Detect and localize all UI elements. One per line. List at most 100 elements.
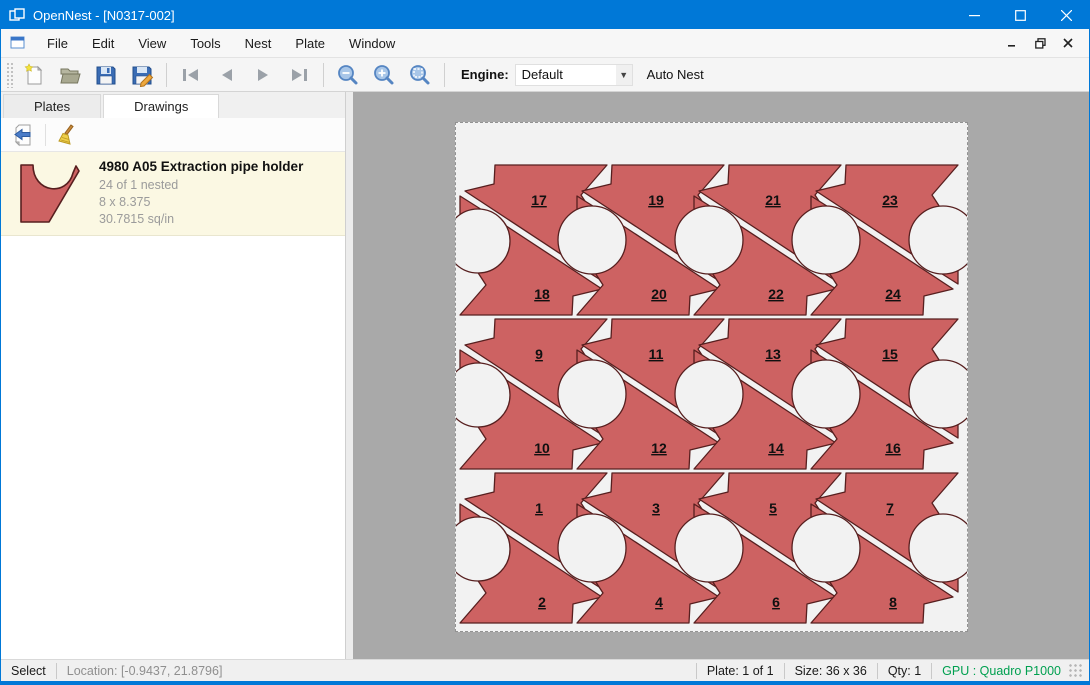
- new-document-icon: [22, 63, 46, 87]
- document-icon: [10, 35, 26, 51]
- menu-window[interactable]: Window: [337, 29, 407, 57]
- zoom-out-icon: [336, 63, 360, 87]
- part-cutout: [675, 206, 743, 274]
- part-cutout: [558, 514, 626, 582]
- left-panel: Plates Drawings: [1, 92, 346, 661]
- part-number: 11: [649, 346, 664, 362]
- part-cutout: [792, 514, 860, 582]
- zoom-out-button[interactable]: [330, 60, 366, 90]
- part-number: 15: [882, 346, 898, 362]
- menu-bar: File Edit View Tools Nest Plate Window: [1, 29, 1089, 58]
- toolbar-separator: [323, 63, 324, 87]
- clean-drawings-button[interactable]: [50, 120, 84, 150]
- part-number: 5: [769, 500, 777, 516]
- save-icon: [94, 63, 118, 87]
- menu-nest[interactable]: Nest: [233, 29, 284, 57]
- new-document-button[interactable]: [16, 60, 52, 90]
- go-first-icon: [179, 63, 203, 87]
- menu-file[interactable]: File: [35, 29, 80, 57]
- tab-plates[interactable]: Plates: [3, 94, 101, 118]
- part-cutout: [909, 206, 968, 274]
- status-gpu: GPU : Quadro P1000: [942, 664, 1061, 678]
- toolbar-separator: [166, 63, 167, 87]
- part-thumbnail: [9, 159, 87, 229]
- app-window: OpenNest - [N0317-002] File Edit View To…: [0, 0, 1090, 685]
- mdi-restore-icon[interactable]: [1029, 33, 1051, 53]
- minimize-button[interactable]: [951, 1, 997, 29]
- part-shape-icon: [12, 161, 84, 227]
- panel-tabs: Plates Drawings: [1, 92, 345, 118]
- part-number: 17: [531, 192, 547, 208]
- title-bar: OpenNest - [N0317-002]: [1, 1, 1089, 29]
- save-as-button[interactable]: [124, 60, 160, 90]
- status-separator: [877, 663, 878, 679]
- close-button[interactable]: [1043, 1, 1089, 29]
- nest-canvas[interactable]: 171921231820222491113151012141613572468: [353, 92, 1089, 661]
- panel-splitter[interactable]: [346, 92, 353, 661]
- part-number: 24: [885, 286, 901, 302]
- zoom-in-button[interactable]: [366, 60, 402, 90]
- part-cutout: [558, 360, 626, 428]
- part-cutout: [675, 514, 743, 582]
- part-cutout: [792, 206, 860, 274]
- part-cutout: [909, 360, 968, 428]
- mdi-minimize-icon[interactable]: [1001, 33, 1023, 53]
- go-previous-button[interactable]: [209, 60, 245, 90]
- tab-drawings[interactable]: Drawings: [103, 94, 219, 118]
- status-qty: Qty: 1: [888, 664, 921, 678]
- window-title: OpenNest - [N0317-002]: [33, 8, 951, 23]
- go-next-button[interactable]: [245, 60, 281, 90]
- save-button[interactable]: [88, 60, 124, 90]
- part-number: 18: [534, 286, 550, 302]
- part-number: 23: [882, 192, 898, 208]
- status-separator: [56, 663, 57, 679]
- drawing-title: 4980 A05 Extraction pipe holder: [99, 159, 303, 174]
- main-toolbar: Engine: Default ▼ Auto Nest: [1, 58, 1089, 92]
- part-number: 21: [765, 192, 781, 208]
- menu-view[interactable]: View: [126, 29, 178, 57]
- status-size: Size: 36 x 36: [795, 664, 867, 678]
- engine-select[interactable]: Default ▼: [515, 64, 633, 86]
- part-cutout: [909, 514, 968, 582]
- drawings-toolbar: [1, 118, 345, 152]
- main-area: Plates Drawings: [1, 92, 1089, 661]
- go-first-button[interactable]: [173, 60, 209, 90]
- status-plate: Plate: 1 of 1: [707, 664, 774, 678]
- toolbar-separator: [444, 63, 445, 87]
- engine-label: Engine:: [461, 67, 509, 82]
- import-drawing-button[interactable]: [7, 120, 41, 150]
- status-separator: [696, 663, 697, 679]
- part-number: 9: [535, 346, 543, 362]
- app-icon: [9, 7, 25, 23]
- part-number: 2: [538, 594, 546, 610]
- panel-toolbar-separator: [45, 124, 46, 146]
- menu-edit[interactable]: Edit: [80, 29, 126, 57]
- zoom-extents-button[interactable]: [402, 60, 438, 90]
- drawing-size: 8 x 8.375: [99, 194, 303, 211]
- plate[interactable]: 171921231820222491113151012141613572468: [455, 122, 968, 632]
- go-previous-icon: [215, 63, 239, 87]
- status-bar: Select Location: [-0.9437, 21.8796] Plat…: [1, 659, 1089, 684]
- part-number: 10: [534, 440, 550, 456]
- go-last-button[interactable]: [281, 60, 317, 90]
- mdi-close-icon[interactable]: [1057, 33, 1079, 53]
- nest-svg: 171921231820222491113151012141613572468: [456, 123, 968, 632]
- menu-plate[interactable]: Plate: [283, 29, 337, 57]
- part-number: 7: [886, 500, 894, 516]
- open-file-button[interactable]: [52, 60, 88, 90]
- drawing-area: 30.7815 sq/in: [99, 211, 303, 228]
- go-last-icon: [287, 63, 311, 87]
- maximize-button[interactable]: [997, 1, 1043, 29]
- resize-grip[interactable]: [1069, 664, 1083, 678]
- part-cutout: [675, 360, 743, 428]
- part-number: 1: [535, 500, 543, 516]
- part-number: 16: [885, 440, 901, 456]
- save-as-icon: [130, 63, 154, 87]
- status-separator: [931, 663, 932, 679]
- drawing-list-item[interactable]: 4980 A05 Extraction pipe holder 24 of 1 …: [1, 152, 345, 236]
- open-file-icon: [58, 63, 82, 87]
- menu-tools[interactable]: Tools: [178, 29, 232, 57]
- part-number: 4: [655, 594, 663, 610]
- auto-nest-button[interactable]: Auto Nest: [647, 67, 704, 82]
- status-location: Location: [-0.9437, 21.8796]: [67, 664, 223, 678]
